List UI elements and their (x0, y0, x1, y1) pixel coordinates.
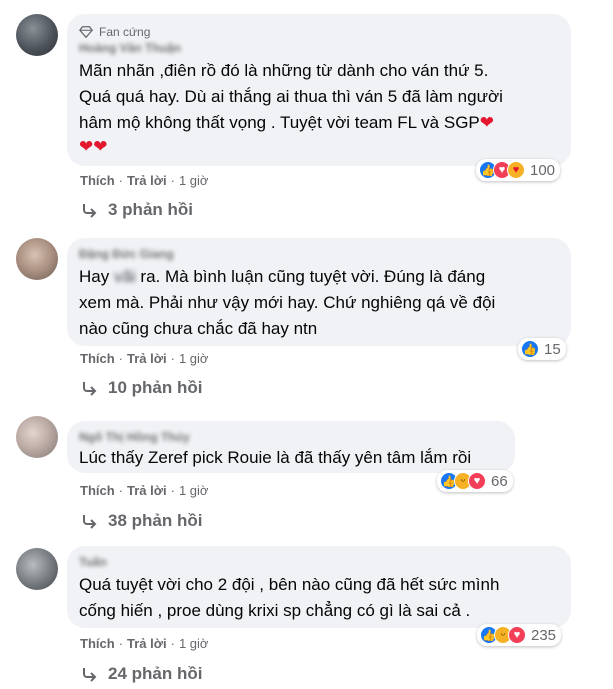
like-action[interactable]: Thích (80, 173, 115, 188)
like-action[interactable]: Thích (80, 483, 115, 498)
reply-arrow-icon (83, 382, 97, 396)
reaction-count: 100 (530, 161, 556, 179)
view-replies[interactable]: 10 phản hồi (80, 378, 202, 398)
author-name[interactable]: Tuấn (79, 554, 559, 570)
reaction-count: 15 (544, 340, 561, 358)
author-name[interactable]: Hoàng Văn Thuận (79, 40, 559, 56)
comment-text: Hay vãi ra. Mà bình luận cũng tuyệt vời.… (79, 267, 496, 338)
timestamp[interactable]: 1 giờ (179, 351, 209, 366)
hearts-emoji: ❤❤ (79, 137, 108, 156)
reaction-summary[interactable]: 👍 ᵕ ♥ 66 (437, 470, 513, 492)
fan-badge: Fan cứng (79, 24, 559, 40)
comment-bubble: Ngô Thị Hồng Thúy Lúc thấy Zeref pick Ro… (67, 421, 515, 473)
comment-text: Lúc thấy Zeref pick Rouie là đã thấy yên… (79, 448, 472, 467)
reply-action[interactable]: Trả lời (127, 483, 167, 498)
comment-actions: Thích · Trả lời · 1 giờ (80, 351, 209, 366)
comment-actions: Thích · Trả lời · 1 giờ (80, 636, 209, 651)
reaction-summary[interactable]: 👍 ᵕ ♥ 235 (477, 624, 562, 646)
avatar[interactable] (16, 416, 58, 458)
like-reaction-icon: 👍 (521, 340, 539, 358)
reaction-summary[interactable]: 👍 ♥ ♥ 100 (476, 159, 561, 181)
comment-actions: Thích · Trả lời · 1 giờ (80, 173, 209, 188)
comment-actions: Thích · Trả lời · 1 giờ (80, 483, 209, 498)
view-replies[interactable]: 38 phản hồi (80, 511, 202, 531)
view-replies[interactable]: 24 phản hồi (80, 664, 202, 684)
avatar[interactable] (16, 548, 58, 590)
reaction-count: 235 (531, 626, 557, 644)
comment-bubble: Fan cứng Hoàng Văn Thuận Mãn nhãn ,điên … (67, 14, 571, 166)
censored-word: vãi (113, 267, 136, 286)
replies-label: 24 phản hồi (108, 664, 203, 683)
heart-emoji: ❤ (479, 113, 495, 132)
love-reaction-icon: ♥ (468, 472, 486, 490)
fan-badge-label: Fan cứng (99, 25, 151, 39)
replies-label: 38 phản hồi (108, 511, 203, 530)
timestamp[interactable]: 1 giờ (179, 483, 209, 498)
like-action[interactable]: Thích (80, 636, 115, 651)
reply-action[interactable]: Trả lời (127, 636, 167, 651)
avatar[interactable] (16, 238, 58, 280)
author-name[interactable]: Đặng Đức Giang (79, 246, 559, 262)
care-reaction-icon: ♥ (507, 161, 525, 179)
reply-arrow-icon (83, 515, 97, 529)
replies-label: 10 phản hồi (108, 378, 203, 397)
love-reaction-icon: ♥ (508, 626, 526, 644)
reply-arrow-icon (83, 668, 97, 682)
comment-bubble: Tuấn Quá tuyệt vời cho 2 đội , bên nào c… (67, 546, 571, 628)
timestamp[interactable]: 1 giờ (179, 636, 209, 651)
reaction-count: 66 (491, 472, 508, 490)
comment-text: Mãn nhãn ,điên rồ đó là những từ dành ch… (79, 61, 503, 132)
comment-text: Quá tuyệt vời cho 2 đội , bên nào cũng đ… (79, 575, 500, 620)
avatar[interactable] (16, 14, 58, 56)
reply-action[interactable]: Trả lời (127, 173, 167, 188)
author-name[interactable]: Ngô Thị Hồng Thúy (79, 429, 503, 445)
diamond-icon (79, 26, 93, 39)
reply-arrow-icon (83, 204, 97, 218)
comment-bubble: Đặng Đức Giang Hay vãi ra. Mà bình luận … (67, 238, 571, 346)
reaction-summary[interactable]: 👍 15 (518, 338, 566, 360)
timestamp[interactable]: 1 giờ (179, 173, 209, 188)
like-action[interactable]: Thích (80, 351, 115, 366)
reply-action[interactable]: Trả lời (127, 351, 167, 366)
replies-label: 3 phản hồi (108, 200, 193, 219)
view-replies[interactable]: 3 phản hồi (80, 200, 193, 220)
